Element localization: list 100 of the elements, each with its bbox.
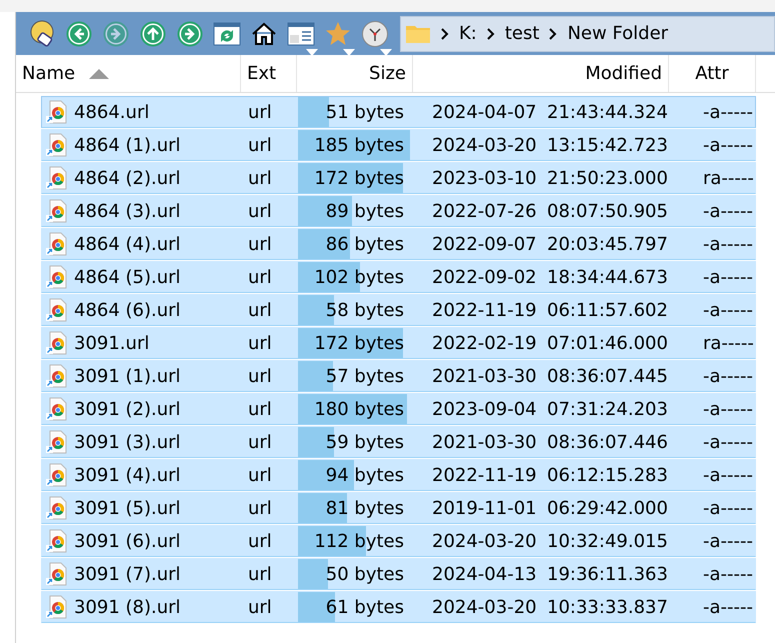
file-row[interactable]: 3091.url url 172 bytes 2022-02-19 07:01:46.000 ra----- [41, 327, 756, 359]
modified-time: 08:36:07.445 [546, 366, 669, 386]
file-size: 94 bytes [326, 464, 405, 486]
modified-date: 2021-03-30 [431, 366, 538, 386]
file-extension: url [247, 432, 273, 452]
file-size: 102 bytes [314, 266, 405, 288]
modified-time: 10:32:49.015 [546, 530, 669, 552]
url-file-icon [46, 529, 68, 553]
file-attributes: -a----- [702, 200, 754, 222]
url-file-icon [46, 562, 68, 586]
file-size: 57 bytes [326, 366, 405, 386]
file-extension: url [247, 102, 273, 122]
file-row[interactable]: 3091 (5).url url 81 bytes 2019-11-01 06:29:42.000 -a----- [41, 492, 756, 524]
file-size: 59 bytes [326, 432, 405, 452]
file-attributes: -a----- [702, 432, 754, 452]
file-row[interactable]: 3091 (1).url url 57 bytes 2021-03-30 08:36:07.445 -a----- [41, 360, 756, 392]
modified-time: 10:33:33.837 [546, 596, 669, 618]
file-extension: url [247, 366, 273, 386]
file-size: 172 bytes [314, 168, 405, 188]
modified-date: 2022-09-07 [431, 234, 538, 254]
chevron-icon [549, 28, 558, 40]
column-header[interactable]: Attr [669, 55, 756, 92]
file-attributes: -a----- [702, 134, 754, 156]
file-row[interactable]: 4864.url url 51 bytes 2024-04-07 21:43:44.324 -a----- [41, 96, 756, 128]
breadcrumb-item[interactable]: New Folder [567, 23, 668, 44]
clock-icon [360, 20, 388, 48]
url-file-icon [46, 166, 68, 190]
file-name: 4864.url [74, 102, 150, 122]
modified-time: 06:12:15.283 [546, 464, 669, 486]
file-attributes: -a----- [702, 398, 754, 420]
address-bar[interactable]: K: test New Folder [400, 16, 775, 52]
file-attributes: -a----- [702, 300, 754, 320]
window-layout-icon [286, 22, 314, 46]
modified-time: 07:31:24.203 [546, 398, 669, 420]
file-size: 112 bytes [314, 530, 405, 552]
url-file-icon [46, 232, 68, 256]
file-size: 172 bytes [314, 332, 405, 354]
file-attributes: -a----- [702, 530, 754, 552]
file-row[interactable]: 4864 (5).url url 102 bytes 2022-09-02 18:34:44.673 -a----- [41, 261, 756, 293]
file-row[interactable]: 3091 (8).url url 61 bytes 2024-03-20 10:33:33.837 -a----- [41, 591, 756, 623]
column-header[interactable]: Name [16, 55, 241, 92]
file-name: 3091.url [74, 332, 150, 354]
file-row[interactable]: 4864 (6).url url 58 bytes 2022-11-19 06:11:57.602 -a----- [41, 294, 756, 326]
file-attributes: -a----- [702, 464, 754, 486]
file-row[interactable]: 3091 (3).url url 59 bytes 2021-03-30 08:36:07.446 -a----- [41, 426, 756, 458]
file-name: 3091 (2).url [74, 398, 181, 420]
url-file-icon [46, 463, 68, 487]
file-extension: url [247, 498, 273, 518]
file-extension: url [247, 134, 273, 156]
url-file-icon [46, 397, 68, 421]
file-row[interactable]: 4864 (1).url url 185 bytes 2024-03-20 13:15:42.723 -a----- [41, 129, 756, 161]
file-attributes: ra----- [702, 168, 755, 188]
modified-time: 18:34:44.673 [546, 266, 669, 288]
file-extension: url [247, 530, 273, 552]
modified-date: 2023-09-04 [431, 398, 538, 420]
modified-time: 06:29:42.000 [546, 498, 669, 518]
url-file-icon [46, 430, 68, 454]
file-name: 4864 (1).url [74, 134, 181, 156]
modified-date: 2022-11-19 [431, 464, 538, 486]
file-size: 50 bytes [326, 564, 405, 584]
chevron-icon [486, 28, 495, 40]
file-extension: url [247, 200, 273, 222]
file-row[interactable]: 3091 (2).url url 180 bytes 2023-09-04 07:31:24.203 -a----- [41, 393, 756, 425]
file-size: 180 bytes [314, 398, 405, 420]
file-name: 3091 (6).url [74, 530, 181, 552]
modified-date: 2024-03-20 [431, 530, 538, 552]
file-name: 4864 (4).url [74, 234, 181, 254]
file-row[interactable]: 3091 (7).url url 50 bytes 2024-04-13 19:36:11.363 -a----- [41, 558, 756, 590]
column-header[interactable]: Ext [241, 55, 297, 92]
file-row[interactable]: 4864 (3).url url 89 bytes 2022-07-26 08:07:50.905 -a----- [41, 195, 756, 227]
modified-date: 2024-04-07 [431, 102, 538, 122]
column-header[interactable]: Size [297, 55, 413, 92]
file-name: 4864 (5).url [74, 266, 181, 288]
file-attributes: -a----- [702, 596, 754, 618]
modified-date: 2022-07-26 [431, 200, 538, 222]
modified-time: 07:01:46.000 [546, 332, 669, 354]
file-attributes: -a----- [702, 564, 754, 584]
star-icon [324, 20, 350, 46]
file-row[interactable]: 3091 (4).url url 94 bytes 2022-11-19 06:12:15.283 -a----- [41, 459, 756, 491]
file-size: 81 bytes [326, 498, 405, 518]
file-extension: url [247, 266, 273, 288]
modified-time: 13:15:42.723 [546, 134, 669, 156]
file-name: 3091 (7).url [74, 564, 181, 584]
file-name: 3091 (5).url [74, 498, 181, 518]
file-row[interactable]: 3091 (6).url url 112 bytes 2024-03-20 10:32:49.015 -a----- [41, 525, 756, 557]
breadcrumb-item[interactable]: test [504, 23, 540, 44]
file-extension: url [247, 398, 273, 420]
modified-date: 2019-11-01 [431, 498, 538, 518]
file-size: 61 bytes [326, 596, 405, 618]
file-size: 86 bytes [326, 234, 405, 254]
column-header[interactable]: Modified [413, 55, 669, 92]
modified-date: 2024-03-20 [431, 134, 538, 156]
file-row[interactable]: 4864 (4).url url 86 bytes 2022-09-07 20:03:45.797 -a----- [41, 228, 756, 260]
modified-time: 08:07:50.905 [546, 200, 669, 222]
file-size: 58 bytes [326, 300, 405, 320]
breadcrumb-item[interactable]: K: [459, 23, 477, 44]
file-row[interactable]: 4864 (2).url url 172 bytes 2023-03-10 21:50:23.000 ra----- [41, 162, 756, 194]
file-name: 4864 (6).url [74, 300, 181, 320]
file-size: 51 bytes [326, 102, 405, 122]
modified-time: 06:11:57.602 [546, 300, 669, 320]
